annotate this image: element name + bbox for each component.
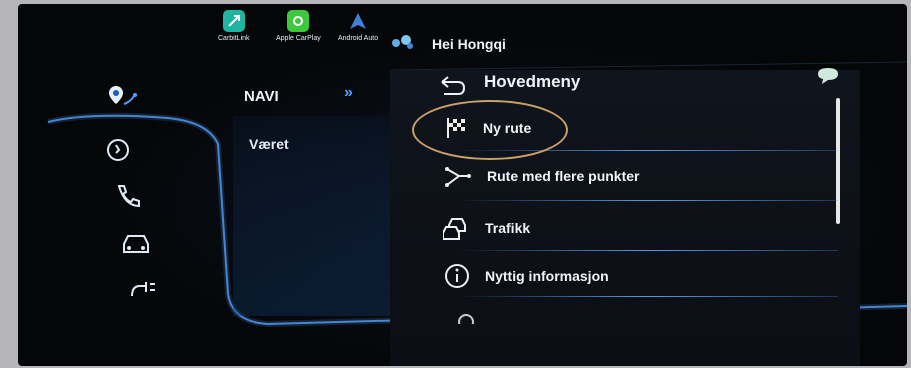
divider	[458, 296, 838, 297]
highlight-ring	[412, 100, 568, 160]
divider	[458, 250, 838, 251]
submenu-item-weather[interactable]: Været	[249, 136, 289, 152]
menu-item-label: Rute med flere punkter	[487, 168, 640, 184]
app-label: CarbitLink	[218, 35, 250, 42]
carbitlink-icon	[222, 10, 245, 32]
sidebar-item-phone[interactable]	[114, 182, 142, 210]
phone-icon	[117, 185, 140, 208]
menu-item-trafikk[interactable]: Trafikk	[443, 208, 863, 248]
traffic-icon	[443, 218, 466, 240]
navi-header[interactable]: NAVI	[244, 88, 279, 105]
greeting-text: Hei Hongqi	[432, 36, 506, 52]
infotainment-screen: CarbitLink Apple CarPlay Android Auto He…	[18, 4, 907, 366]
app-android-auto[interactable]: Android Auto	[338, 10, 378, 42]
menu-item-label: Nyttig informasjon	[485, 268, 609, 284]
app-apple-carplay[interactable]: Apple CarPlay	[276, 10, 321, 42]
car-icon	[123, 235, 149, 253]
back-icon[interactable]	[438, 74, 468, 103]
sidebar-item-car[interactable]	[120, 230, 152, 256]
android-auto-icon	[347, 10, 369, 32]
device-frame: CarbitLink Apple CarPlay Android Auto He…	[0, 0, 911, 368]
chevron-right-icon[interactable]: »	[344, 84, 353, 102]
app-carbitlink[interactable]: CarbitLink	[218, 10, 250, 42]
divider	[458, 200, 838, 201]
menu-item-label: Trafikk	[485, 220, 531, 236]
carplay-icon	[287, 10, 310, 32]
sidebar-item-navigation[interactable]	[106, 84, 140, 110]
page-title: Hovedmeny	[484, 72, 581, 91]
multi-point-route-icon	[445, 167, 471, 187]
profile-dots-icon[interactable]	[390, 34, 416, 55]
chat-bubble-icon[interactable]	[816, 66, 840, 91]
music-icon	[107, 139, 129, 161]
sidebar-item-music[interactable]	[104, 137, 132, 163]
info-icon	[445, 264, 469, 288]
menu-item-rute-med-flere-punkter[interactable]: Rute med flere punkter	[443, 156, 863, 196]
app-label: Android Auto	[338, 35, 379, 42]
menu-item-nyttig-informasjon[interactable]: Nyttig informasjon	[443, 256, 863, 296]
sidebar-item-charging[interactable]	[128, 276, 158, 302]
charging-icon	[131, 282, 155, 297]
navigation-icon	[109, 86, 137, 105]
settings-gear-icon[interactable]	[454, 310, 478, 330]
app-label: Apple CarPlay	[276, 35, 321, 42]
